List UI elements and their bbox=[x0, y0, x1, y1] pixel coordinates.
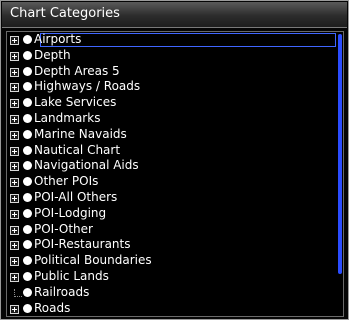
category-label: Lake Services bbox=[34, 95, 117, 110]
category-label: POI-Lodging bbox=[34, 205, 107, 220]
expand-plus-icon[interactable] bbox=[10, 67, 19, 77]
expand-plus-icon[interactable] bbox=[10, 115, 19, 124]
category-row[interactable]: POI-Other bbox=[7, 221, 335, 238]
visibility-bullet-icon[interactable] bbox=[23, 177, 32, 187]
expand-plus-icon[interactable] bbox=[10, 99, 19, 109]
category-label: POI-Other bbox=[34, 221, 93, 236]
visibility-bullet-icon[interactable] bbox=[23, 114, 32, 123]
chart-categories-window: Chart Categories Airports Depth Depth Area… bbox=[0, 0, 349, 320]
expand-plus-icon[interactable] bbox=[10, 130, 19, 140]
category-row[interactable]: Political Boundaries bbox=[7, 253, 335, 269]
category-row[interactable]: Highways / Roads bbox=[7, 79, 335, 95]
category-label: Navigational Aids bbox=[34, 158, 139, 173]
category-row[interactable]: Marine Navaids bbox=[7, 126, 335, 143]
category-row[interactable]: Railroads bbox=[7, 284, 335, 301]
selection-highlight bbox=[40, 33, 336, 47]
visibility-bullet-icon[interactable] bbox=[23, 50, 32, 60]
title-bar: Chart Categories bbox=[2, 2, 347, 28]
visibility-bullet-icon[interactable] bbox=[23, 145, 32, 155]
visibility-bullet-icon[interactable] bbox=[23, 98, 32, 108]
window-title: Chart Categories bbox=[10, 6, 120, 21]
expand-plus-icon[interactable] bbox=[10, 273, 19, 282]
category-list-panel: Airports Depth Depth Areas 5 Highways / Roa… bbox=[6, 31, 344, 317]
expand-plus-icon[interactable] bbox=[10, 209, 19, 219]
tree-connector-icon bbox=[14, 288, 22, 297]
expand-plus-icon[interactable] bbox=[10, 225, 19, 235]
expand-plus-icon[interactable] bbox=[10, 304, 19, 314]
visibility-bullet-icon[interactable] bbox=[23, 224, 32, 234]
category-label: Highways / Roads bbox=[34, 79, 141, 94]
category-row[interactable]: Depth bbox=[7, 47, 335, 64]
visibility-bullet-icon[interactable] bbox=[23, 193, 32, 202]
visibility-bullet-icon[interactable] bbox=[23, 303, 32, 313]
category-row[interactable]: Lake Services bbox=[7, 95, 335, 111]
category-row[interactable]: Depth Areas 5 bbox=[7, 63, 335, 80]
category-label: Roads bbox=[34, 300, 71, 315]
expand-plus-icon[interactable] bbox=[10, 51, 19, 61]
expand-plus-icon[interactable] bbox=[10, 194, 19, 203]
visibility-bullet-icon[interactable] bbox=[23, 82, 32, 92]
scrollbar[interactable] bbox=[337, 32, 343, 316]
category-row[interactable]: POI-Lodging bbox=[7, 205, 335, 222]
category-label: Landmarks bbox=[34, 111, 101, 125]
category-label: Marine Navaids bbox=[34, 126, 127, 141]
category-row[interactable]: Other POIs bbox=[7, 174, 335, 190]
visibility-bullet-icon[interactable] bbox=[23, 287, 32, 297]
category-row[interactable]: Nautical Chart bbox=[7, 142, 335, 159]
scrollbar-thumb[interactable] bbox=[338, 34, 342, 274]
category-label: Airports bbox=[34, 32, 82, 46]
category-row[interactable]: POI-All Others bbox=[7, 190, 335, 206]
expand-plus-icon[interactable] bbox=[10, 178, 19, 188]
category-row[interactable]: Airports bbox=[7, 32, 336, 48]
visibility-bullet-icon[interactable] bbox=[23, 240, 32, 250]
visibility-bullet-icon[interactable] bbox=[23, 129, 32, 139]
category-row[interactable]: Public Lands bbox=[7, 269, 335, 285]
category-row[interactable]: Navigational Aids bbox=[7, 158, 335, 174]
category-label: POI-All Others bbox=[34, 190, 118, 204]
visibility-bullet-icon[interactable] bbox=[23, 208, 32, 218]
visibility-bullet-icon[interactable] bbox=[23, 35, 32, 44]
visibility-bullet-icon[interactable] bbox=[23, 272, 32, 281]
visibility-bullet-icon[interactable] bbox=[23, 66, 32, 76]
category-row[interactable]: Roads bbox=[7, 300, 335, 316]
category-label: Other POIs bbox=[34, 174, 99, 189]
category-label: Public Lands bbox=[34, 269, 109, 283]
category-label: Depth Areas 5 bbox=[34, 63, 120, 78]
category-label: Railroads bbox=[34, 284, 90, 299]
expand-plus-icon[interactable] bbox=[10, 241, 19, 251]
visibility-bullet-icon[interactable] bbox=[23, 161, 32, 171]
visibility-bullet-icon[interactable] bbox=[23, 256, 32, 266]
category-label: Political Boundaries bbox=[34, 253, 152, 268]
category-row[interactable]: POI-Restaurants bbox=[7, 237, 335, 253]
expand-plus-icon[interactable] bbox=[10, 257, 19, 267]
expand-plus-icon[interactable] bbox=[10, 83, 19, 93]
category-label: Depth bbox=[34, 47, 71, 62]
expand-plus-icon[interactable] bbox=[10, 146, 19, 156]
expand-plus-icon[interactable] bbox=[10, 36, 19, 45]
category-label: POI-Restaurants bbox=[34, 237, 131, 252]
category-row[interactable]: Landmarks bbox=[7, 111, 335, 127]
expand-plus-icon[interactable] bbox=[10, 162, 19, 172]
category-label: Nautical Chart bbox=[34, 142, 121, 157]
